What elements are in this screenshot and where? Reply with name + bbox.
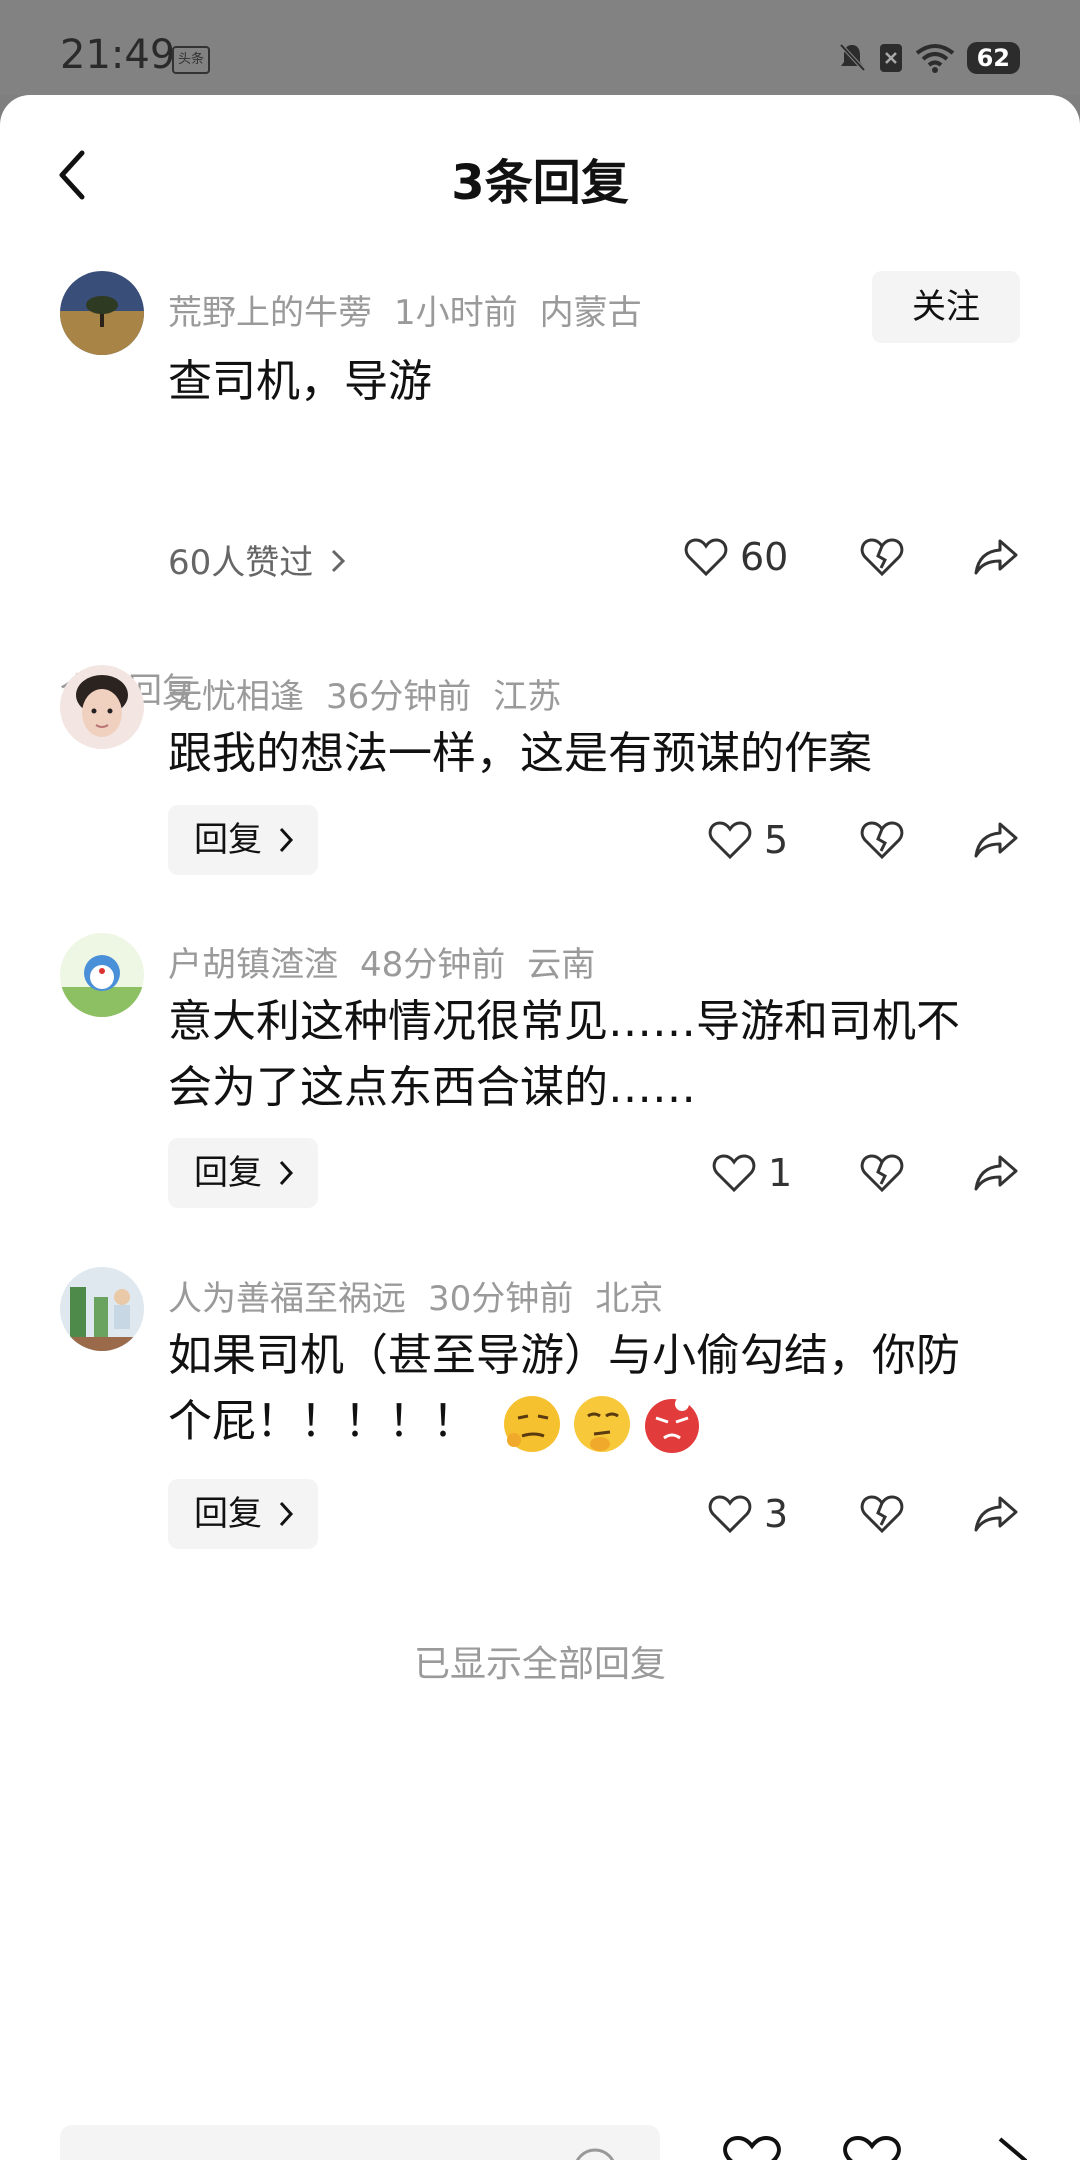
reply-button[interactable]: 回复 <box>168 805 318 875</box>
status-icons: 62 <box>837 38 1020 78</box>
reply-label: 回复 <box>194 1494 262 1534</box>
avatar-cartoon <box>60 933 144 1017</box>
wifi-icon <box>915 44 954 73</box>
comment-input[interactable] <box>60 2125 660 2160</box>
avatar-illustration <box>60 1267 144 1351</box>
reply-meta: 无忧相逢 36分钟前 江苏 <box>168 669 583 718</box>
like-button[interactable]: 3 <box>708 1484 788 1544</box>
broken-heart-icon <box>860 1495 904 1534</box>
status-time: 21:49 <box>60 32 176 78</box>
username[interactable]: 户胡镇渣渣 <box>168 945 338 985</box>
broken-heart-icon <box>860 538 904 577</box>
like-count: 3 <box>764 1492 789 1536</box>
liked-by-link[interactable]: 60人赞过 <box>168 535 346 584</box>
notification-close-icon <box>879 44 902 72</box>
toutiao-notification-icon: 头条 <box>172 46 210 74</box>
like-count: 1 <box>768 1151 793 1195</box>
page-title: 3条回复 <box>451 155 629 211</box>
mute-bell-icon <box>839 43 866 72</box>
dislike-button[interactable] <box>852 527 912 587</box>
share-arrow-icon <box>974 539 1018 575</box>
location: 北京 <box>595 1279 664 1319</box>
heart-icon <box>684 538 728 577</box>
dislike-button[interactable] <box>852 810 912 870</box>
timestamp: 48分钟前 <box>360 945 506 985</box>
like-button[interactable]: 1 <box>712 1143 792 1203</box>
reply-meta: 人为善福至祸远 30分钟前 北京 <box>168 1271 685 1320</box>
location: 内蒙古 <box>539 293 642 333</box>
reply-label: 回复 <box>194 820 262 860</box>
follow-button[interactable]: 关注 <box>872 271 1020 343</box>
avatar[interactable] <box>60 665 144 749</box>
avatar-tree-landscape <box>60 271 144 355</box>
timestamp: 36分钟前 <box>326 677 472 717</box>
avatar[interactable] <box>60 1267 144 1351</box>
username[interactable]: 人为善福至祸远 <box>168 1279 406 1319</box>
reply-label: 回复 <box>194 1153 262 1193</box>
username[interactable]: 无忧相逢 <box>168 677 304 717</box>
broken-heart-icon <box>860 821 904 860</box>
share-arrow-icon[interactable] <box>990 2135 1030 2160</box>
heart-icon <box>708 1495 752 1534</box>
heart-icon <box>708 821 752 860</box>
chevron-right-icon <box>279 1160 294 1186</box>
like-button[interactable]: 60 <box>684 527 788 587</box>
share-button[interactable] <box>966 810 1026 870</box>
like-count: 60 <box>740 535 789 579</box>
replies-sheet: 3条回复 荒野上的牛蒡 1小时前内蒙古 关注 查司机，导游 60人赞过 60 <box>0 95 1080 2160</box>
dislike-button[interactable] <box>852 1143 912 1203</box>
comment-text: 查司机，导游 <box>168 356 432 407</box>
chevron-right-icon <box>332 549 346 573</box>
liked-by-label: 60人赞过 <box>168 543 314 583</box>
reply-text: 如果司机（甚至导游）与小偷勾结，你防个屁！！！！！ <box>168 1323 970 1456</box>
broken-heart-icon[interactable] <box>842 2135 902 2160</box>
heart-icon <box>712 1154 756 1193</box>
dislike-button[interactable] <box>852 1484 912 1544</box>
timestamp: 30分钟前 <box>428 1279 574 1319</box>
avatar-face-photo <box>60 665 144 749</box>
end-of-replies-label: 已显示全部回复 <box>413 1644 666 1685</box>
heart-icon[interactable] <box>722 2135 782 2160</box>
thinking-emoji-icon <box>574 1396 630 1452</box>
share-button[interactable] <box>966 1484 1026 1544</box>
emoji-group <box>500 1392 704 1456</box>
chevron-right-icon <box>279 827 294 853</box>
location: 云南 <box>527 945 596 985</box>
share-button[interactable] <box>966 527 1026 587</box>
share-arrow-icon <box>974 1496 1018 1532</box>
username[interactable]: 荒野上的牛蒡 <box>168 293 372 333</box>
reply-text: 跟我的想法一样，这是有预谋的作案 <box>168 728 872 779</box>
broken-heart-icon <box>860 1154 904 1193</box>
location: 江苏 <box>493 677 562 717</box>
share-arrow-icon <box>974 1155 1018 1191</box>
timestamp: 1小时前 <box>394 293 518 333</box>
status-bar: 21:49 头条 62 <box>0 0 1080 95</box>
reply-text: 意大利这种情况很常见……导游和司机不会为了这点东西合谋的…… <box>168 996 960 1113</box>
comment-meta: 荒野上的牛蒡 1小时前 内蒙古 <box>168 285 664 334</box>
avatar[interactable] <box>60 271 144 355</box>
like-count: 5 <box>764 818 789 862</box>
emoji-icon <box>575 2148 615 2160</box>
smirk-emoji-icon <box>504 1396 560 1452</box>
share-button[interactable] <box>966 1143 1026 1203</box>
chevron-right-icon <box>279 1501 294 1527</box>
battery-indicator: 62 <box>966 42 1020 74</box>
like-button[interactable]: 5 <box>708 810 788 870</box>
avatar[interactable] <box>60 933 144 1017</box>
reply-button[interactable]: 回复 <box>168 1479 318 1549</box>
angry-emoji-icon <box>645 1397 699 1453</box>
share-arrow-icon <box>974 822 1018 858</box>
reply-button[interactable]: 回复 <box>168 1138 318 1208</box>
reply-meta: 户胡镇渣渣 48分钟前 云南 <box>168 937 617 986</box>
